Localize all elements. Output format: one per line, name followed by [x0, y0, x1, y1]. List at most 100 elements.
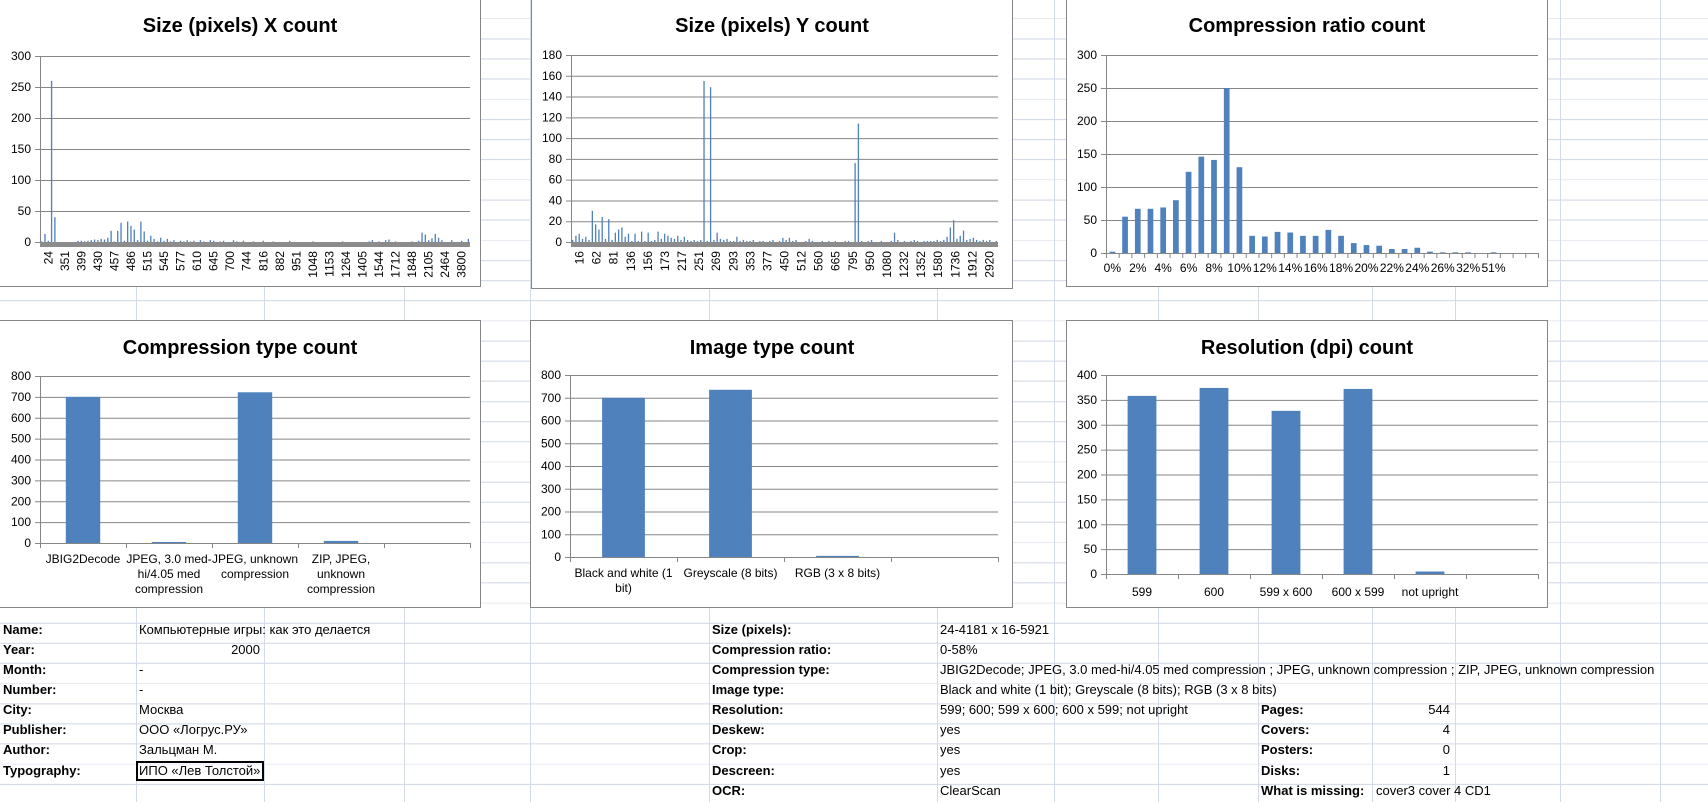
- bar: [384, 240, 387, 242]
- bar: [716, 232, 718, 242]
- info-value: JBIG2Decode; JPEG, 3.0 med-hi/4.05 med c…: [940, 661, 1655, 677]
- bar: [654, 239, 656, 242]
- y-tick-label: 700: [541, 391, 561, 405]
- x-tick-label: 816: [256, 251, 270, 271]
- y-tick-label: 600: [11, 411, 31, 425]
- x-tick-label: 700: [223, 251, 237, 271]
- bar: [975, 239, 978, 242]
- x-category-label: Black and white (1 bit): [574, 566, 673, 595]
- bar: [985, 240, 988, 242]
- bar: [156, 241, 159, 242]
- y-tick-label: 50: [1084, 542, 1098, 556]
- x-tick-label: 156: [641, 251, 655, 271]
- bar: [585, 236, 587, 242]
- info-value: 2000: [231, 641, 260, 657]
- y-tick-label: 250: [11, 80, 31, 94]
- info-label: What is missing:: [1261, 782, 1365, 798]
- info-label: Number:: [3, 681, 57, 697]
- x-axis-tick-band: [571, 242, 998, 247]
- bar: [690, 240, 692, 242]
- bar: [621, 227, 623, 242]
- y-tick-label: 200: [541, 505, 561, 519]
- bar: [949, 227, 952, 242]
- x-tick-label: 14%: [1278, 261, 1302, 275]
- y-tick-label: 300: [541, 482, 561, 496]
- bar: [709, 389, 752, 557]
- bar: [1427, 251, 1433, 253]
- y-tick-label: 40: [549, 193, 563, 207]
- bar: [611, 239, 613, 242]
- chart-title: Compression type count: [123, 337, 358, 359]
- y-tick-label: 180: [542, 48, 562, 62]
- bar: [634, 233, 636, 242]
- bar: [680, 239, 682, 242]
- x-tick-label: 486: [124, 251, 138, 271]
- x-tick-label: 173: [658, 251, 672, 271]
- bar: [388, 239, 390, 242]
- bar: [1414, 247, 1421, 253]
- x-tick-label: 32%: [1456, 261, 1480, 275]
- x-tick-label: 399: [74, 251, 88, 271]
- chart-3: Compression ratio count 0 50 100 150 200 250 30…: [1077, 15, 1539, 275]
- info-value: ClearScan: [940, 782, 1001, 798]
- x-tick-label: 1580: [931, 251, 945, 278]
- bar: [930, 240, 932, 242]
- bar: [769, 240, 771, 242]
- bar: [133, 229, 135, 242]
- bar: [47, 240, 49, 242]
- info-value: 4: [1442, 722, 1450, 738]
- y-tick-label: 250: [1077, 443, 1097, 457]
- bar: [467, 238, 470, 242]
- x-tick-label: 18%: [1329, 261, 1353, 275]
- x-tick-label: 1712: [389, 251, 403, 278]
- x-tick-label: 610: [190, 251, 204, 271]
- bar: [1389, 249, 1395, 253]
- x-tick-label: 1544: [372, 251, 386, 278]
- bar: [441, 240, 443, 242]
- y-tick-label: 400: [541, 459, 561, 473]
- bar: [117, 230, 119, 242]
- bar: [1185, 171, 1192, 253]
- bar: [953, 220, 955, 242]
- bar: [982, 239, 984, 242]
- bar: [411, 241, 413, 242]
- x-tick-label: 377: [760, 251, 774, 271]
- bar: [212, 240, 215, 242]
- bar: [1312, 235, 1319, 253]
- info-value: -: [139, 681, 144, 697]
- x-tick-label: 744: [240, 251, 254, 271]
- bar: [571, 239, 574, 242]
- y-tick-label: 0: [24, 536, 31, 550]
- x-category-label: RGB (3 x 8 bits): [794, 566, 881, 580]
- bar: [696, 240, 699, 242]
- bar: [729, 240, 731, 242]
- selected-cell[interactable]: [136, 761, 264, 781]
- bar: [752, 239, 754, 242]
- bar: [173, 240, 175, 242]
- bar: [617, 229, 620, 242]
- bar: [903, 240, 906, 242]
- bar: [703, 80, 705, 242]
- bar: [169, 241, 172, 242]
- info-label: Resolution:: [712, 702, 784, 718]
- bar: [910, 240, 912, 242]
- y-tick-label: 50: [18, 204, 32, 218]
- info-label: Pages:: [1261, 702, 1304, 718]
- bar: [110, 230, 112, 242]
- bar: [660, 238, 662, 242]
- bar: [916, 240, 919, 242]
- bar: [989, 239, 991, 242]
- bar: [792, 240, 794, 242]
- info-value: Black and white (1 bit); Greyscale (8 bi…: [940, 681, 1277, 697]
- y-tick-label: 0: [555, 235, 562, 249]
- bar: [890, 240, 892, 242]
- bar: [289, 240, 291, 242]
- bar: [54, 217, 56, 242]
- bar: [1249, 235, 1255, 253]
- bar: [946, 236, 948, 242]
- bar: [683, 236, 685, 242]
- y-tick-label: 160: [542, 69, 562, 83]
- bar: [640, 231, 643, 242]
- info-label: Size (pixels):: [712, 621, 792, 637]
- bar: [189, 241, 192, 242]
